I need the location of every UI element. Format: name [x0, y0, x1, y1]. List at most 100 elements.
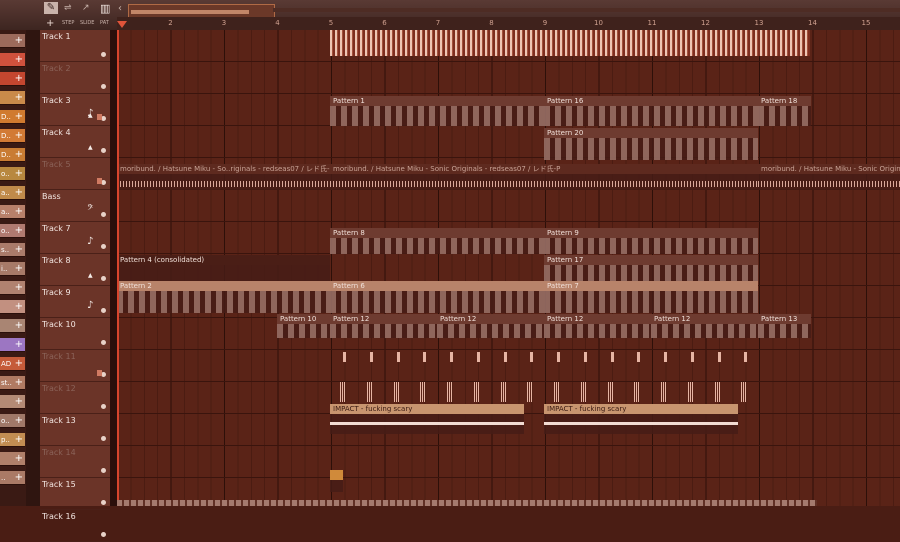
track-enable-led[interactable]: [101, 84, 106, 89]
channel-button[interactable]: +: [0, 319, 25, 333]
track-lane[interactable]: [117, 62, 900, 94]
clip-pattern12[interactable]: Pattern 12: [651, 314, 758, 338]
track-header[interactable]: Track 1: [40, 30, 110, 62]
clip-pattern2[interactable]: Pattern 2: [117, 281, 330, 313]
channel-button[interactable]: o.. +: [0, 414, 25, 428]
channel-button[interactable]: i.. +: [0, 262, 25, 276]
clip-pattern12[interactable]: Pattern 12: [544, 314, 651, 338]
channel-button[interactable]: .. +: [0, 471, 25, 485]
channel-button[interactable]: a.. +: [0, 205, 25, 219]
track-enable-led[interactable]: [101, 244, 106, 249]
track-enable-led[interactable]: [101, 436, 106, 441]
track-header[interactable]: Track 3 ♪ ▲: [40, 94, 110, 126]
step-icon[interactable]: ⇌: [64, 3, 72, 13]
clip-pattern7[interactable]: Pattern 7: [544, 281, 758, 313]
track-lane[interactable]: [117, 350, 900, 382]
audio-clip-track5-b[interactable]: moribund. / Hatsune Miku - Sonic Origina…: [330, 164, 758, 190]
clip-impact-2[interactable]: IMPACT - fucking scary: [544, 404, 738, 434]
collapse-icon[interactable]: ▲: [88, 144, 93, 151]
track-enable-led[interactable]: [101, 468, 106, 473]
track-enable-led[interactable]: [101, 308, 106, 313]
clip-pattern6[interactable]: Pattern 6: [330, 281, 544, 313]
channel-button[interactable]: p.. +: [0, 433, 25, 447]
channel-button[interactable]: +: [0, 281, 25, 295]
track-header[interactable]: Track 12: [40, 382, 110, 414]
collapse-icon[interactable]: ▲: [88, 112, 93, 119]
clip-pattern13[interactable]: Pattern 13: [758, 314, 811, 338]
audio-clip-track1[interactable]: [330, 30, 810, 56]
timeline-ruler[interactable]: 2 3 4 5 6 7 8 9 10 11 12 13 14 15: [117, 17, 900, 31]
clip-impact-1[interactable]: IMPACT - fucking scary: [330, 404, 524, 434]
track-header[interactable]: Track 9 ♪: [40, 286, 110, 318]
channel-button[interactable]: +: [0, 338, 25, 352]
pattern-mode-icon[interactable]: ▥: [100, 2, 110, 15]
slide-icon[interactable]: ↗: [82, 3, 90, 13]
track-header[interactable]: Bass 𝄢: [40, 190, 110, 222]
playhead-marker-icon[interactable]: [117, 21, 127, 28]
track-header[interactable]: Track 15: [40, 478, 110, 510]
track-header[interactable]: Track 8 ▲: [40, 254, 110, 286]
track-header[interactable]: Track 4 ▲: [40, 126, 110, 158]
track-enable-led[interactable]: [101, 404, 106, 409]
clip-pattern12[interactable]: Pattern 12: [330, 314, 437, 338]
channel-button[interactable]: +: [0, 395, 25, 409]
clip-pattern18[interactable]: Pattern 18: [758, 96, 811, 126]
collapse-icon[interactable]: ▲: [88, 272, 93, 279]
track-header[interactable]: Track 11: [40, 350, 110, 382]
track-header[interactable]: Track 13: [40, 414, 110, 446]
overview-scrollbar[interactable]: [273, 8, 900, 12]
track-enable-led[interactable]: [101, 212, 106, 217]
track-header[interactable]: Track 14: [40, 446, 110, 478]
track-header[interactable]: Track 10: [40, 318, 110, 350]
channel-button[interactable]: +: [0, 34, 25, 48]
channel-button[interactable]: +: [0, 53, 25, 67]
clip-track15[interactable]: [330, 470, 343, 492]
track-header[interactable]: Track 7 ♪: [40, 222, 110, 254]
lock-icon[interactable]: [97, 370, 102, 376]
track-enable-led[interactable]: [101, 52, 106, 57]
track-header[interactable]: Track 5: [40, 158, 110, 190]
channel-button[interactable]: st.. +: [0, 376, 25, 390]
audio-clip-track5-a[interactable]: moribund. / Hatsune Miku - So..riginals …: [117, 164, 334, 190]
clip-pattern8[interactable]: Pattern 8: [330, 228, 544, 254]
channel-button[interactable]: o.. +: [0, 224, 25, 238]
track-enable-led[interactable]: [101, 148, 106, 153]
scroll-left-icon[interactable]: ‹: [118, 3, 122, 14]
lock-icon[interactable]: [97, 114, 102, 120]
track-enable-led[interactable]: [101, 276, 106, 281]
clip-pattern12[interactable]: Pattern 12: [437, 314, 544, 338]
playhead[interactable]: [117, 30, 119, 506]
channel-button[interactable]: D.. +: [0, 129, 25, 143]
add-track-icon[interactable]: +: [46, 18, 54, 29]
track-header[interactable]: Track 16: [40, 510, 110, 542]
clip-pattern1[interactable]: Pattern 1: [330, 96, 544, 126]
bottom-scrollbar[interactable]: [117, 500, 817, 506]
channel-button[interactable]: D.. +: [0, 148, 25, 162]
track-lane[interactable]: [117, 190, 900, 222]
track-enable-led[interactable]: [101, 500, 106, 505]
clip-pattern17[interactable]: Pattern 17: [544, 255, 758, 281]
track-enable-led[interactable]: [101, 532, 106, 537]
track-lane[interactable]: [117, 446, 900, 478]
channel-button[interactable]: a.. +: [0, 186, 25, 200]
channel-button[interactable]: o.. +: [0, 167, 25, 181]
channel-button[interactable]: +: [0, 91, 25, 105]
clip-pattern4[interactable]: Pattern 4 (consolidated): [117, 255, 330, 281]
track-enable-led[interactable]: [101, 340, 106, 345]
track-header[interactable]: Track 2: [40, 62, 110, 94]
channel-button[interactable]: +: [0, 72, 25, 86]
channel-button[interactable]: +: [0, 452, 25, 466]
clip-pattern16[interactable]: Pattern 16: [544, 96, 758, 126]
lock-icon[interactable]: [97, 178, 102, 184]
pencil-icon[interactable]: ✎: [44, 2, 58, 14]
clip-pattern10[interactable]: Pattern 10: [277, 314, 330, 338]
channel-button[interactable]: +: [0, 300, 25, 314]
clip-pattern20[interactable]: Pattern 20: [544, 128, 758, 160]
channel-button[interactable]: s.. +: [0, 243, 25, 257]
playlist-grid[interactable]: Pattern 1 Pattern 16 Pattern 18 Pattern …: [117, 30, 900, 506]
channel-button[interactable]: D.. +: [0, 110, 25, 124]
clip-pattern9[interactable]: Pattern 9: [544, 228, 758, 254]
audio-clip-track5-c[interactable]: moribund. / Hatsune Miku - Sonic Origina…: [758, 164, 900, 190]
channel-button[interactable]: AD +: [0, 357, 25, 371]
track-lane[interactable]: [117, 126, 900, 158]
